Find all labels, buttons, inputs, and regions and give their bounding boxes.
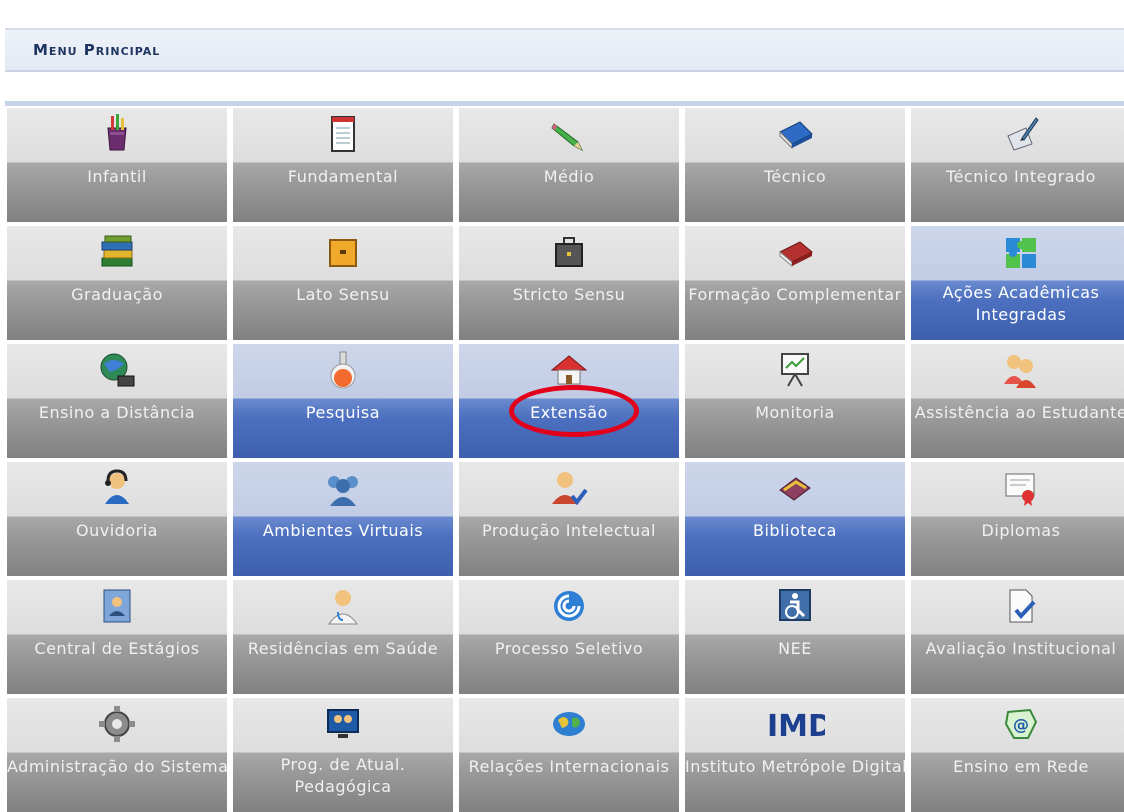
document-check-icon — [1000, 586, 1042, 626]
menu-tile-producao-intelectual[interactable]: Produção Intelectual — [459, 462, 679, 576]
menu-tile-label: Infantil — [87, 167, 147, 186]
menu-tile-label: Médio — [543, 167, 595, 186]
headset-user-icon — [96, 468, 138, 508]
certificate-icon — [1000, 468, 1042, 508]
svg-text:@: @ — [1013, 715, 1029, 734]
menu-tile-assistencia-ao-estudante[interactable]: Assistência ao Estudante — [911, 344, 1124, 458]
house-icon — [548, 350, 590, 390]
menu-tile-label: Residências em Saúde — [247, 639, 439, 658]
page-title: Menu Principal — [33, 41, 161, 59]
menu-tile-prog-de-atual-pedagogica[interactable]: Prog. de Atual. Pedagógica — [233, 698, 453, 812]
menu-tile-label: Central de Estágios — [34, 639, 200, 658]
menu-tile-residencias-em-saude[interactable]: Residências em Saúde — [233, 580, 453, 694]
menu-tile-label: Ambientes Virtuais — [262, 521, 424, 540]
red-book-icon — [774, 232, 816, 272]
globe-computer-icon — [96, 350, 138, 390]
menu-tile-label: Extensão — [530, 403, 608, 422]
menu-tile-medio[interactable]: Médio — [459, 108, 679, 222]
menu-tile-label: Produção Intelectual — [482, 521, 656, 540]
menu-tile-acoes-academicas-integradas[interactable]: Ações Acadêmicas Integradas — [911, 226, 1124, 340]
group-icon — [322, 468, 364, 508]
menu-tile-label: Pesquisa — [305, 403, 381, 422]
people-icon — [1000, 350, 1042, 390]
writing-quill-icon — [1000, 114, 1042, 154]
monitor-people-icon — [322, 704, 364, 744]
puzzle-icon — [1000, 232, 1042, 272]
svg-text:IMD: IMD — [767, 709, 825, 744]
menu-tile-infantil[interactable]: Infantil — [7, 108, 227, 222]
menu-tile-tecnico[interactable]: Técnico — [685, 108, 905, 222]
menu-tile-label: Biblioteca — [753, 521, 837, 540]
notepad-icon — [322, 114, 364, 154]
world-map-icon — [548, 704, 590, 744]
doctor-icon — [322, 586, 364, 626]
imd-logo-icon: IMD — [765, 704, 833, 744]
books-icon — [774, 468, 816, 508]
flask-icon — [322, 350, 364, 390]
menu-tile-lato-sensu[interactable]: Lato Sensu — [233, 226, 453, 340]
menu-tile-graduacao[interactable]: Graduação — [7, 226, 227, 340]
menu-tile-label: Monitoria — [755, 403, 835, 422]
menu-tile-label: Assistência ao Estudante — [914, 403, 1124, 422]
menu-tile-label: Administração do Sistema — [7, 757, 227, 776]
menu-tile-label: Avaliação Institucional — [925, 639, 1117, 658]
menu-tile-pesquisa[interactable]: Pesquisa — [233, 344, 453, 458]
menu-tile-ensino-em-rede[interactable]: @ Ensino em Rede — [911, 698, 1124, 812]
menu-tile-instituto-metropole-digital[interactable]: IMD Instituto Metrópole Digital — [685, 698, 905, 812]
menu-tile-label: Instituto Metrópole Digital — [685, 757, 905, 776]
menu-tile-ensino-a-distancia[interactable]: Ensino a Distância — [7, 344, 227, 458]
menu-tile-formacao-complementar[interactable]: Formação Complementar — [685, 226, 905, 340]
gear-icon — [96, 704, 138, 744]
menu-tile-relacoes-internacionais[interactable]: Relações Internacionais — [459, 698, 679, 812]
menu-tile-label: Diplomas — [981, 521, 1061, 540]
pencil-cup-icon — [96, 114, 138, 154]
menu-tile-label: Ouvidoria — [76, 521, 158, 540]
menu-tile-biblioteca[interactable]: Biblioteca — [685, 462, 905, 576]
menu-tile-label: Técnico — [763, 167, 827, 186]
book-stack-icon — [96, 232, 138, 272]
menu-tile-nee[interactable]: NEE — [685, 580, 905, 694]
menu-tile-tecnico-integrado[interactable]: Técnico Integrado — [911, 108, 1124, 222]
menu-tile-label: Ensino a Distância — [38, 403, 196, 422]
menu-tile-label: Stricto Sensu — [512, 285, 626, 304]
menu-tile-fundamental[interactable]: Fundamental — [233, 108, 453, 222]
presentation-board-icon — [774, 350, 816, 390]
menu-tile-extensao[interactable]: Extensão — [459, 344, 679, 458]
menu-header: Menu Principal — [5, 28, 1124, 72]
menu-tile-label: Prog. de Atual. Pedagógica — [280, 755, 406, 796]
brazil-at-icon: @ — [1000, 704, 1042, 744]
accessibility-icon — [774, 586, 816, 626]
menu-tile-monitoria[interactable]: Monitoria — [685, 344, 905, 458]
menu-tile-avaliacao-institucional[interactable]: Avaliação Institucional — [911, 580, 1124, 694]
menu-tile-label: Lato Sensu — [296, 285, 390, 304]
menu-tile-label: Ações Acadêmicas Integradas — [942, 283, 1100, 324]
menu-tile-ambientes-virtuais[interactable]: Ambientes Virtuais — [233, 462, 453, 576]
menu-tile-label: Técnico Integrado — [946, 167, 1096, 186]
green-pencil-icon — [548, 114, 590, 154]
menu-tile-label: Processo Seletivo — [494, 639, 644, 658]
menu-tile-label: Graduação — [71, 285, 163, 304]
briefcase-icon — [548, 232, 590, 272]
swirl-icon — [548, 586, 590, 626]
menu-tile-ouvidoria[interactable]: Ouvidoria — [7, 462, 227, 576]
user-check-icon — [548, 468, 590, 508]
menu-tile-label: Ensino em Rede — [953, 757, 1089, 776]
menu-tile-label: Formação Complementar — [688, 285, 902, 304]
divider — [5, 101, 1124, 106]
blue-book-icon — [774, 114, 816, 154]
menu-grid: Infantil Fundamental Médio Técnico Técnico I… — [7, 108, 1124, 812]
menu-tile-label: Fundamental — [287, 167, 399, 186]
menu-tile-label: NEE — [778, 639, 812, 658]
menu-tile-diplomas[interactable]: Diplomas — [911, 462, 1124, 576]
contacts-icon — [96, 586, 138, 626]
menu-tile-central-de-estagios[interactable]: Central de Estágios — [7, 580, 227, 694]
menu-tile-processo-seletivo[interactable]: Processo Seletivo — [459, 580, 679, 694]
menu-tile-administracao-do-sistema[interactable]: Administração do Sistema — [7, 698, 227, 812]
menu-tile-stricto-sensu[interactable]: Stricto Sensu — [459, 226, 679, 340]
yellow-case-icon — [322, 232, 364, 272]
menu-tile-label: Relações Internacionais — [468, 757, 670, 776]
